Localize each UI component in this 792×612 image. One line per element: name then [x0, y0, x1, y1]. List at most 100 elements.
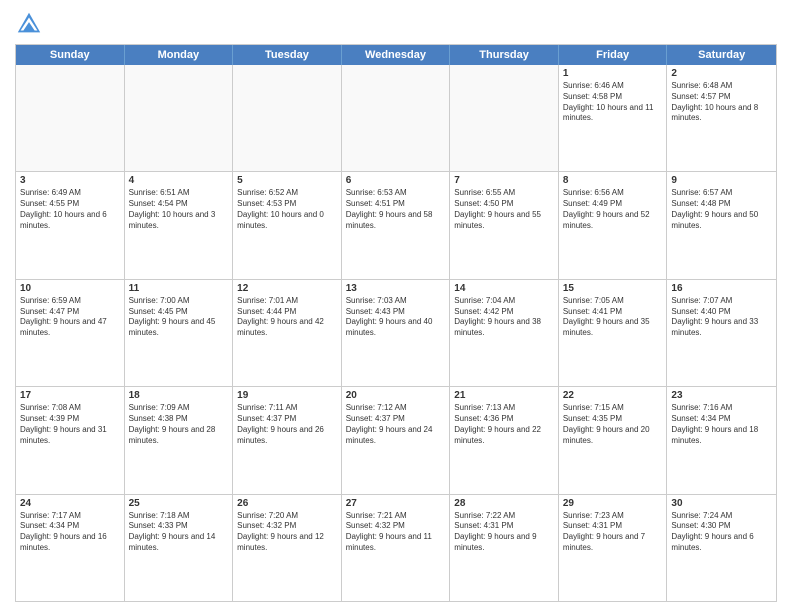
day-number: 10 [20, 283, 120, 294]
day-number: 18 [129, 390, 229, 401]
calendar-cell-26: 26 Sunrise: 7:20 AM Sunset: 4:32 PM Dayli… [233, 495, 342, 601]
calendar-row-4: 24Sunrise: 7:17 AM Sunset: 4:34 PM Dayli… [16, 495, 776, 601]
day-number: 27 [346, 498, 446, 509]
day-info: Sunrise: 7:11 AM Sunset: 4:37 PM Dayligh… [237, 403, 337, 446]
day-number: 12 [237, 283, 337, 294]
calendar-row-2: 10 Sunrise: 6:59 AM Sunset: 4:47 PM Dayli… [16, 280, 776, 387]
calendar-cell-9: 9 Sunrise: 6:57 AM Sunset: 4:48 PM Daylig… [667, 172, 776, 278]
day-number: 23 [671, 390, 772, 401]
day-info: Sunrise: 7:23 AM Sunset: 4:31 PM Dayligh… [563, 511, 663, 554]
calendar-cell-20: 20Sunrise: 7:12 AM Sunset: 4:37 PM Dayli… [342, 387, 451, 493]
calendar-cell-19: 19 Sunrise: 7:11 AM Sunset: 4:37 PM Dayli… [233, 387, 342, 493]
day-info: Sunrise: 7:08 AM Sunset: 4:39 PM Dayligh… [20, 403, 120, 446]
calendar-cell-15: 15 Sunrise: 7:05 AM Sunset: 4:41 PM Dayli… [559, 280, 668, 386]
calendar-cell-4: 4 Sunrise: 6:51 AM Sunset: 4:54 PM Daylig… [125, 172, 234, 278]
calendar-header: SundayMondayTuesdayWednesdayThursdayFrid… [16, 45, 776, 65]
day-number: 25 [129, 498, 229, 509]
day-number: 28 [454, 498, 554, 509]
calendar-cell-5: 5Sunrise: 6:52 AM Sunset: 4:53 PM Daylig… [233, 172, 342, 278]
day-number: 29 [563, 498, 663, 509]
day-number: 26 [237, 498, 337, 509]
day-info: Sunrise: 6:49 AM Sunset: 4:55 PM Dayligh… [20, 188, 120, 231]
calendar-cell-13: 13 Sunrise: 7:03 AM Sunset: 4:43 PM Dayli… [342, 280, 451, 386]
calendar-cell-18: 18 Sunrise: 7:09 AM Sunset: 4:38 PM Dayli… [125, 387, 234, 493]
logo-icon [15, 10, 43, 38]
day-info: Sunrise: 6:55 AM Sunset: 4:50 PM Dayligh… [454, 188, 554, 231]
calendar: SundayMondayTuesdayWednesdayThursdayFrid… [15, 44, 777, 602]
header-day-wednesday: Wednesday [342, 45, 451, 65]
day-number: 30 [671, 498, 772, 509]
day-number: 6 [346, 175, 446, 186]
day-info: Sunrise: 7:15 AM Sunset: 4:35 PM Dayligh… [563, 403, 663, 446]
header-day-tuesday: Tuesday [233, 45, 342, 65]
day-info: Sunrise: 6:53 AM Sunset: 4:51 PM Dayligh… [346, 188, 446, 231]
calendar-cell-7: 7 Sunrise: 6:55 AM Sunset: 4:50 PM Daylig… [450, 172, 559, 278]
calendar-cell-empty-0-4 [450, 65, 559, 171]
calendar-row-1: 3 Sunrise: 6:49 AM Sunset: 4:55 PM Daylig… [16, 172, 776, 279]
day-info: Sunrise: 7:05 AM Sunset: 4:41 PM Dayligh… [563, 296, 663, 339]
day-info: Sunrise: 6:48 AM Sunset: 4:57 PM Dayligh… [671, 81, 772, 124]
calendar-cell-empty-0-3 [342, 65, 451, 171]
day-info: Sunrise: 6:46 AM Sunset: 4:58 PM Dayligh… [563, 81, 663, 124]
day-info: Sunrise: 7:09 AM Sunset: 4:38 PM Dayligh… [129, 403, 229, 446]
logo [15, 10, 47, 38]
calendar-cell-empty-0-0 [16, 65, 125, 171]
calendar-cell-6: 6 Sunrise: 6:53 AM Sunset: 4:51 PM Daylig… [342, 172, 451, 278]
day-info: Sunrise: 7:00 AM Sunset: 4:45 PM Dayligh… [129, 296, 229, 339]
day-number: 19 [237, 390, 337, 401]
calendar-cell-27: 27 Sunrise: 7:21 AM Sunset: 4:32 PM Dayli… [342, 495, 451, 601]
day-info: Sunrise: 6:51 AM Sunset: 4:54 PM Dayligh… [129, 188, 229, 231]
calendar-cell-25: 25Sunrise: 7:18 AM Sunset: 4:33 PM Dayli… [125, 495, 234, 601]
calendar-row-0: 1 Sunrise: 6:46 AM Sunset: 4:58 PM Daylig… [16, 65, 776, 172]
calendar-cell-21: 21 Sunrise: 7:13 AM Sunset: 4:36 PM Dayli… [450, 387, 559, 493]
calendar-cell-1: 1 Sunrise: 6:46 AM Sunset: 4:58 PM Daylig… [559, 65, 668, 171]
day-number: 7 [454, 175, 554, 186]
day-number: 11 [129, 283, 229, 294]
calendar-cell-16: 16Sunrise: 7:07 AM Sunset: 4:40 PM Dayli… [667, 280, 776, 386]
day-number: 20 [346, 390, 446, 401]
calendar-cell-28: 28 Sunrise: 7:22 AM Sunset: 4:31 PM Dayli… [450, 495, 559, 601]
day-info: Sunrise: 7:04 AM Sunset: 4:42 PM Dayligh… [454, 296, 554, 339]
day-info: Sunrise: 7:24 AM Sunset: 4:30 PM Dayligh… [671, 511, 772, 554]
day-info: Sunrise: 7:21 AM Sunset: 4:32 PM Dayligh… [346, 511, 446, 554]
day-number: 4 [129, 175, 229, 186]
day-number: 17 [20, 390, 120, 401]
day-info: Sunrise: 7:22 AM Sunset: 4:31 PM Dayligh… [454, 511, 554, 554]
header-day-friday: Friday [559, 45, 668, 65]
day-info: Sunrise: 6:59 AM Sunset: 4:47 PM Dayligh… [20, 296, 120, 339]
day-number: 3 [20, 175, 120, 186]
calendar-cell-11: 11 Sunrise: 7:00 AM Sunset: 4:45 PM Dayli… [125, 280, 234, 386]
calendar-cell-22: 22 Sunrise: 7:15 AM Sunset: 4:35 PM Dayli… [559, 387, 668, 493]
calendar-cell-8: 8 Sunrise: 6:56 AM Sunset: 4:49 PM Daylig… [559, 172, 668, 278]
day-number: 1 [563, 68, 663, 79]
calendar-cell-empty-0-2 [233, 65, 342, 171]
day-number: 8 [563, 175, 663, 186]
day-info: Sunrise: 7:17 AM Sunset: 4:34 PM Dayligh… [20, 511, 120, 554]
page: SundayMondayTuesdayWednesdayThursdayFrid… [0, 0, 792, 612]
header [15, 10, 777, 38]
day-info: Sunrise: 7:13 AM Sunset: 4:36 PM Dayligh… [454, 403, 554, 446]
calendar-cell-17: 17 Sunrise: 7:08 AM Sunset: 4:39 PM Dayli… [16, 387, 125, 493]
day-number: 9 [671, 175, 772, 186]
day-info: Sunrise: 7:16 AM Sunset: 4:34 PM Dayligh… [671, 403, 772, 446]
header-day-saturday: Saturday [667, 45, 776, 65]
day-info: Sunrise: 6:57 AM Sunset: 4:48 PM Dayligh… [671, 188, 772, 231]
day-number: 14 [454, 283, 554, 294]
day-info: Sunrise: 7:03 AM Sunset: 4:43 PM Dayligh… [346, 296, 446, 339]
calendar-cell-30: 30 Sunrise: 7:24 AM Sunset: 4:30 PM Dayli… [667, 495, 776, 601]
day-number: 13 [346, 283, 446, 294]
day-number: 22 [563, 390, 663, 401]
day-number: 15 [563, 283, 663, 294]
calendar-row-3: 17 Sunrise: 7:08 AM Sunset: 4:39 PM Dayli… [16, 387, 776, 494]
header-day-sunday: Sunday [16, 45, 125, 65]
calendar-body: 1 Sunrise: 6:46 AM Sunset: 4:58 PM Daylig… [16, 65, 776, 601]
day-info: Sunrise: 7:20 AM Sunset: 4:32 PM Dayligh… [237, 511, 337, 554]
calendar-cell-24: 24Sunrise: 7:17 AM Sunset: 4:34 PM Dayli… [16, 495, 125, 601]
calendar-cell-10: 10 Sunrise: 6:59 AM Sunset: 4:47 PM Dayli… [16, 280, 125, 386]
calendar-cell-23: 23 Sunrise: 7:16 AM Sunset: 4:34 PM Dayli… [667, 387, 776, 493]
day-number: 21 [454, 390, 554, 401]
calendar-cell-2: 2Sunrise: 6:48 AM Sunset: 4:57 PM Daylig… [667, 65, 776, 171]
header-day-monday: Monday [125, 45, 234, 65]
day-info: Sunrise: 6:56 AM Sunset: 4:49 PM Dayligh… [563, 188, 663, 231]
calendar-cell-14: 14 Sunrise: 7:04 AM Sunset: 4:42 PM Dayli… [450, 280, 559, 386]
